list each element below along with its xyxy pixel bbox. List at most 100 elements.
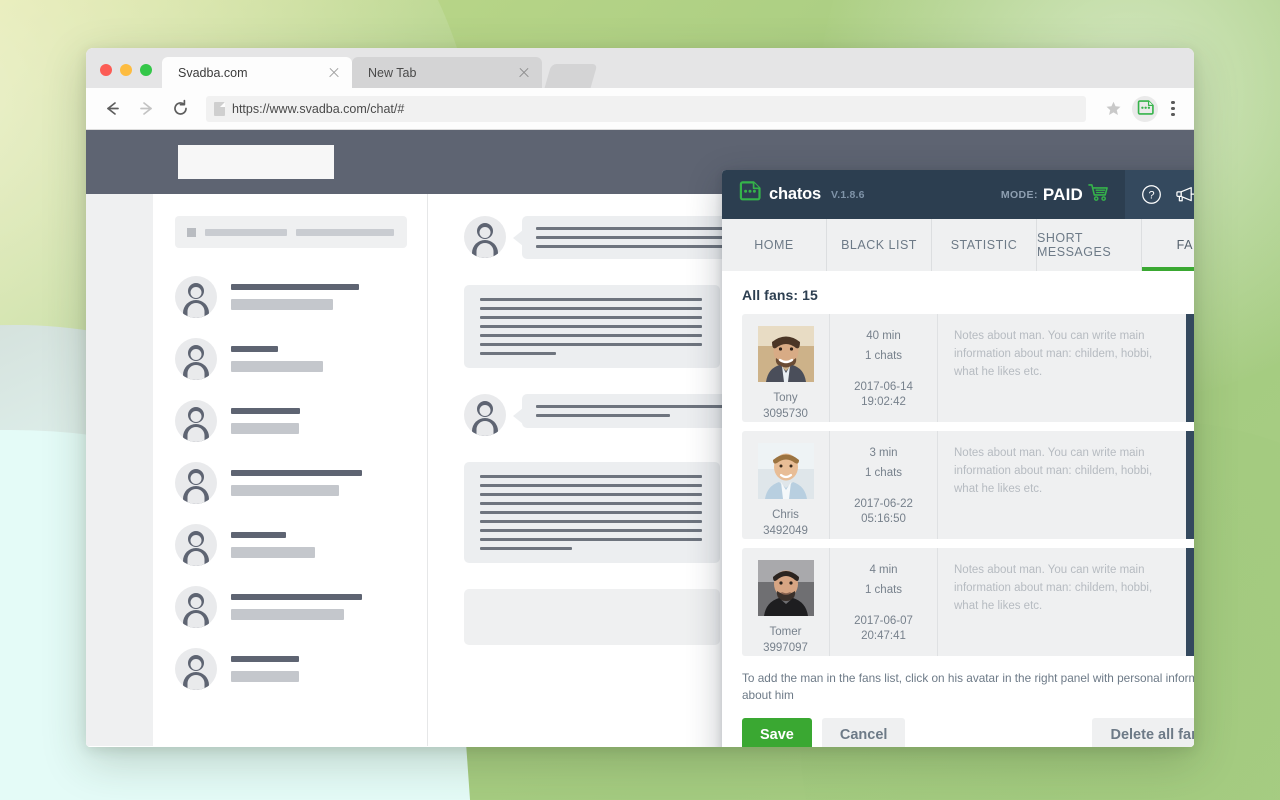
fan-date: 2017-06-14 xyxy=(854,380,913,393)
kebab-menu-icon[interactable] xyxy=(1164,100,1182,117)
shopping-cart-icon[interactable] xyxy=(1088,183,1109,207)
window-controls xyxy=(94,64,162,88)
conversation-search-placeholder[interactable] xyxy=(175,216,407,248)
maximize-window-button[interactable] xyxy=(140,64,152,76)
fan-date: 2017-06-22 xyxy=(854,497,913,510)
url-text: https://www.svadba.com/chat/# xyxy=(232,101,405,116)
fan-identity: Chris 3492049 xyxy=(742,431,830,539)
tab-label: STATISTIC xyxy=(950,238,1018,252)
save-button[interactable]: Save xyxy=(742,718,812,747)
fan-id: 3997097 xyxy=(763,641,808,654)
fan-name: Tomer xyxy=(769,625,802,638)
avatar xyxy=(175,400,217,442)
fan-stats: 40 min 1 chats 2017-06-14 19:02:42 xyxy=(830,314,938,422)
fan-duration: 40 min xyxy=(866,330,901,342)
chat-bubble xyxy=(513,216,752,259)
megaphone-icon[interactable] xyxy=(1175,184,1194,205)
tab-label: HOME xyxy=(754,238,794,252)
chatos-brand-name: chatos xyxy=(769,185,821,203)
tab-fans[interactable]: FANS xyxy=(1142,219,1194,271)
browser-tab-newtab[interactable]: New Tab xyxy=(352,57,542,88)
fans-hint-text: To add the man in the fans list, click o… xyxy=(742,670,1194,702)
chatos-tab-bar: HOME BLACK LIST STATISTIC SHORT MESSAGES… xyxy=(722,219,1194,271)
chat-composer[interactable] xyxy=(464,589,720,645)
chat-bubble xyxy=(513,394,752,428)
tab-short-messages[interactable]: SHORT MESSAGES xyxy=(1037,219,1142,271)
delete-all-fans-button[interactable]: Delete all fans xyxy=(1092,718,1194,747)
fan-duration: 3 min xyxy=(869,447,898,459)
tab-black-list[interactable]: BLACK LIST xyxy=(827,219,932,271)
browser-tab-svadba[interactable]: Svadba.com xyxy=(162,57,352,88)
list-item[interactable] xyxy=(175,586,407,628)
chatos-brand: chatos V.1.8.6 xyxy=(739,181,865,208)
list-item[interactable] xyxy=(175,462,407,504)
minimize-window-button[interactable] xyxy=(120,64,132,76)
list-item[interactable] xyxy=(175,648,407,690)
cancel-button[interactable]: Cancel xyxy=(821,718,906,747)
avatar[interactable] xyxy=(757,326,814,382)
page-info-icon xyxy=(214,101,225,116)
help-icon[interactable]: ? xyxy=(1141,184,1162,205)
mode-indicator[interactable]: MODE: PAID xyxy=(1001,183,1125,207)
chatos-logo-icon xyxy=(739,181,761,208)
placeholder-bar xyxy=(205,228,287,236)
reload-icon[interactable] xyxy=(166,95,194,123)
fan-notes[interactable]: Notes about man. You can write main info… xyxy=(938,314,1186,422)
close-icon[interactable] xyxy=(516,65,532,81)
fan-identity: Tomer 3997097 xyxy=(742,548,830,656)
search-icon xyxy=(187,227,196,237)
avatar[interactable] xyxy=(757,560,814,616)
desktop-wallpaper: Svadba.com New Tab https://www.svadba.co… xyxy=(0,0,1280,800)
fan-date: 2017-06-07 xyxy=(854,614,913,627)
chatos-version: V.1.8.6 xyxy=(830,188,865,201)
site-left-rail xyxy=(86,194,153,746)
fan-name: Tony xyxy=(773,391,798,404)
fan-chats: 1 chats xyxy=(864,466,903,479)
fans-panel: All fans: 15 Tony 3095730 40 min 1 chats… xyxy=(722,271,1194,660)
all-fans-count: All fans: 15 xyxy=(742,287,818,303)
avatar xyxy=(464,216,506,258)
browser-tab-title: New Tab xyxy=(368,65,417,80)
chatos-extension-icon[interactable] xyxy=(1132,95,1158,122)
avatar xyxy=(175,524,217,566)
close-icon[interactable] xyxy=(326,65,342,81)
chatos-extension-panel: chatos V.1.8.6 MODE: PAID ? HOME BLACK L… xyxy=(722,170,1194,747)
fan-time: 19:02:42 xyxy=(861,396,906,409)
fan-identity: Tony 3095730 xyxy=(742,314,830,422)
fan-id: 3095730 xyxy=(763,407,808,420)
avatar[interactable] xyxy=(757,443,814,499)
list-item[interactable] xyxy=(175,338,407,380)
fan-notes[interactable]: Notes about man. You can write main info… xyxy=(938,548,1186,656)
avatar xyxy=(175,462,217,504)
table-row[interactable]: Tomer 3997097 4 min 1 chats 2017-06-07 2… xyxy=(742,548,1194,656)
delete-fan-button[interactable] xyxy=(1186,548,1194,656)
back-arrow-icon[interactable] xyxy=(98,95,126,123)
table-row[interactable]: Chris 3492049 3 min 1 chats 2017-06-22 0… xyxy=(742,431,1194,539)
site-search-box[interactable] xyxy=(178,145,334,179)
tab-label: BLACK LIST xyxy=(841,238,917,252)
browser-window: Svadba.com New Tab https://www.svadba.co… xyxy=(86,48,1194,747)
new-tab-button[interactable] xyxy=(544,64,598,88)
forward-arrow-icon[interactable] xyxy=(132,95,160,123)
tab-label: SHORT MESSAGES xyxy=(1037,231,1112,259)
delete-fan-button[interactable] xyxy=(1186,314,1194,422)
browser-toolbar: https://www.svadba.com/chat/# xyxy=(86,88,1194,130)
fan-notes[interactable]: Notes about man. You can write main info… xyxy=(938,431,1186,539)
tab-statistic[interactable]: STATISTIC xyxy=(932,219,1037,271)
list-item[interactable] xyxy=(175,524,407,566)
fan-stats: 4 min 1 chats 2017-06-07 20:47:41 xyxy=(830,548,938,656)
tab-home[interactable]: HOME xyxy=(722,219,827,271)
tab-label: FANS xyxy=(1176,238,1194,252)
list-item[interactable] xyxy=(175,400,407,442)
close-window-button[interactable] xyxy=(100,64,112,76)
list-item[interactable] xyxy=(175,276,407,318)
address-bar[interactable]: https://www.svadba.com/chat/# xyxy=(206,95,1086,122)
delete-fan-button[interactable] xyxy=(1186,431,1194,539)
chatos-header: chatos V.1.8.6 MODE: PAID ? xyxy=(722,170,1194,219)
fans-footer: To add the man in the fans list, click o… xyxy=(722,659,1194,747)
avatar xyxy=(464,394,506,436)
star-icon[interactable] xyxy=(1100,96,1126,122)
chatos-header-actions: ? xyxy=(1125,170,1194,219)
fans-list[interactable]: Tony 3095730 40 min 1 chats 2017-06-14 1… xyxy=(742,314,1194,660)
table-row[interactable]: Tony 3095730 40 min 1 chats 2017-06-14 1… xyxy=(742,314,1194,422)
